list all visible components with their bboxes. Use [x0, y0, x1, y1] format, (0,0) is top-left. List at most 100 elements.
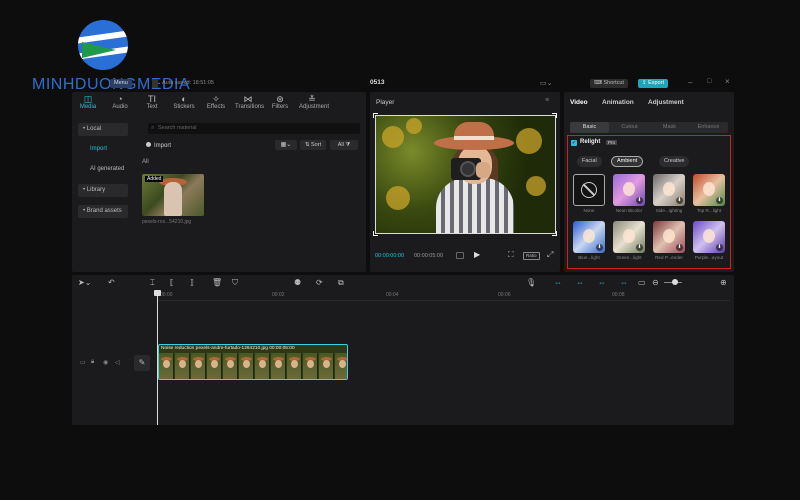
crop-handle[interactable]	[373, 113, 378, 118]
timeline-ruler[interactable]: 00:00 00:02 00:04 00:06 00:08	[158, 291, 730, 301]
download-icon[interactable]: ⬇	[716, 244, 723, 251]
none-icon	[581, 182, 597, 198]
video-preview[interactable]	[375, 115, 556, 234]
export-button[interactable]: ⇪ Export	[638, 79, 669, 88]
chip-facial[interactable]: Facial	[577, 156, 602, 167]
view-toggle-button[interactable]: ▦⌄	[275, 140, 297, 150]
crop-handle[interactable]	[552, 231, 557, 236]
relight-preset[interactable]: ⬇	[693, 174, 725, 206]
relight-preset[interactable]: ⬇	[613, 221, 645, 253]
close-icon[interactable]: ×	[725, 77, 730, 86]
fullscreen-crop-icon[interactable]: ⛶	[508, 250, 514, 260]
undo-icon[interactable]: ↶	[108, 278, 115, 287]
tool-media[interactable]: ◫ Media	[75, 94, 101, 110]
relight-checkbox[interactable]: ✓	[571, 140, 577, 146]
lock-icon[interactable]: 🔒︎	[91, 359, 94, 366]
edit-cover-button[interactable]: ✎	[134, 355, 150, 371]
download-icon[interactable]: ⬇	[716, 197, 723, 204]
preview-axis-icon[interactable]: ⇔	[620, 278, 628, 287]
screen-icon[interactable]: ▭⌄	[540, 79, 552, 87]
tool-adjustment[interactable]: ≚ Adjustment	[299, 94, 329, 110]
zoom-slider-knob[interactable]	[672, 279, 678, 285]
relight-preset[interactable]: ⬇	[613, 174, 645, 206]
ratio-button[interactable]: Ratio	[523, 252, 540, 260]
maximize-icon[interactable]: □	[707, 78, 711, 85]
magnet-icon[interactable]: ⇔	[576, 278, 584, 287]
sidebar-item-local[interactable]: • Local	[78, 123, 128, 136]
relight-preset[interactable]: ⬇	[573, 221, 605, 253]
relight-preset[interactable]: ⬇	[693, 221, 725, 253]
subtab-mask[interactable]: Mask	[650, 122, 689, 133]
search-input[interactable]: ⌕ Search material	[148, 123, 360, 134]
expand-icon[interactable]: ⤢	[547, 250, 553, 260]
all-filter-button[interactable]: All ⧩	[330, 140, 358, 150]
zoom-out-icon[interactable]: ⊖	[652, 278, 659, 287]
person-icon[interactable]: ⚉	[294, 278, 301, 287]
split-left-icon[interactable]: ⟦	[170, 278, 174, 287]
microphone-icon[interactable]: 🎙	[526, 278, 536, 287]
download-icon[interactable]: ⬇	[676, 244, 683, 251]
crop-icon[interactable]: ⧉	[338, 278, 344, 288]
total-time: 00:00:05:00	[414, 253, 444, 259]
relight-preset[interactable]: ⬇	[653, 221, 685, 253]
download-icon[interactable]: ⬇	[596, 244, 603, 251]
chip-ambient[interactable]: Ambient	[611, 156, 644, 167]
tool-label: Stickers	[173, 104, 195, 110]
relight-preset[interactable]	[573, 174, 605, 206]
relight-preset[interactable]: ⬇	[653, 174, 685, 206]
menu-button[interactable]: Menu	[110, 79, 132, 88]
subtab-bar: Basic Cutout Mask Enhance	[570, 122, 728, 133]
subtab-cutout[interactable]: Cutout	[610, 122, 649, 133]
chip-creative[interactable]: Creative	[659, 156, 690, 167]
crop-handle[interactable]	[373, 231, 378, 236]
subtitle-icon[interactable]: ▭	[638, 278, 646, 287]
shield-icon[interactable]: ⛉	[232, 278, 238, 288]
loop-icon[interactable]: ⟳	[316, 278, 323, 287]
select-cursor-icon[interactable]: ➤⌄	[78, 278, 91, 287]
preset-label: Green...light	[616, 255, 642, 260]
clip-frame	[303, 353, 318, 379]
shortcut-button[interactable]: ⌨ Shortcut	[590, 79, 628, 88]
track-cover-icon[interactable]: ▭	[80, 359, 86, 366]
play-icon[interactable]: ▶	[474, 250, 480, 259]
tool-filters[interactable]: ⊛ Filters	[267, 94, 293, 110]
snap-icon[interactable]: ⇔	[598, 278, 606, 287]
subtab-enhance[interactable]: Enhance	[689, 122, 728, 133]
tool-stickers[interactable]: ◐ Stickers	[171, 94, 197, 110]
split-icon[interactable]: ⌶	[150, 278, 155, 288]
sidebar-item-import[interactable]: Import	[78, 143, 128, 156]
sidebar-item-ai-generated[interactable]: AI generated	[78, 163, 128, 176]
sidebar-item-brand-assets[interactable]: • Brand assets	[78, 205, 128, 218]
subtab-basic[interactable]: Basic	[570, 122, 609, 133]
sort-button[interactable]: ⇅ Sort	[300, 140, 326, 150]
video-clip[interactable]: Noise reduction pexels-andre-furtado-126…	[158, 344, 348, 380]
preset-label: Purple...ayout	[694, 255, 724, 260]
playhead[interactable]	[157, 291, 158, 425]
tool-effects[interactable]: ✧ Effects	[203, 94, 229, 110]
download-icon[interactable]: ⬇	[636, 197, 643, 204]
media-thumbnail[interactable]: Added	[142, 174, 204, 216]
zoom-fit-icon[interactable]: ⊕	[720, 278, 727, 287]
import-button[interactable]: Import	[146, 142, 171, 149]
link-icon[interactable]: ⇔	[554, 278, 562, 287]
player-menu-icon[interactable]: ≡	[545, 97, 549, 104]
tab-video[interactable]: Video	[570, 99, 588, 106]
clip-label: Noise reduction pexels-andre-furtado-126…	[161, 346, 295, 351]
tool-audio[interactable]: ◔ Audio	[107, 94, 133, 110]
download-icon[interactable]: ⬇	[636, 244, 643, 251]
download-icon[interactable]: ⬇	[676, 197, 683, 204]
timecode-icon[interactable]	[456, 252, 464, 259]
player-panel: Player ≡ 00:00:00:00 00:00:05:00 ▶ ⛶ Rat…	[370, 92, 560, 272]
split-right-icon[interactable]: ⟧	[190, 278, 194, 287]
eye-icon[interactable]: ◉	[103, 359, 108, 366]
tab-animation[interactable]: Animation	[602, 99, 634, 106]
layout-icon[interactable]	[152, 79, 158, 88]
tab-adjustment[interactable]: Adjustment	[648, 99, 684, 106]
tool-transitions[interactable]: ⋈ Transitions	[235, 94, 264, 110]
sidebar-item-library[interactable]: • Library	[78, 184, 128, 197]
tool-text[interactable]: TI Text	[139, 94, 165, 110]
crop-handle[interactable]	[552, 113, 557, 118]
audio-mute-icon[interactable]: ◁	[115, 359, 120, 366]
minimize-icon[interactable]: –	[688, 78, 692, 87]
delete-icon[interactable]: 🗑	[212, 278, 222, 287]
